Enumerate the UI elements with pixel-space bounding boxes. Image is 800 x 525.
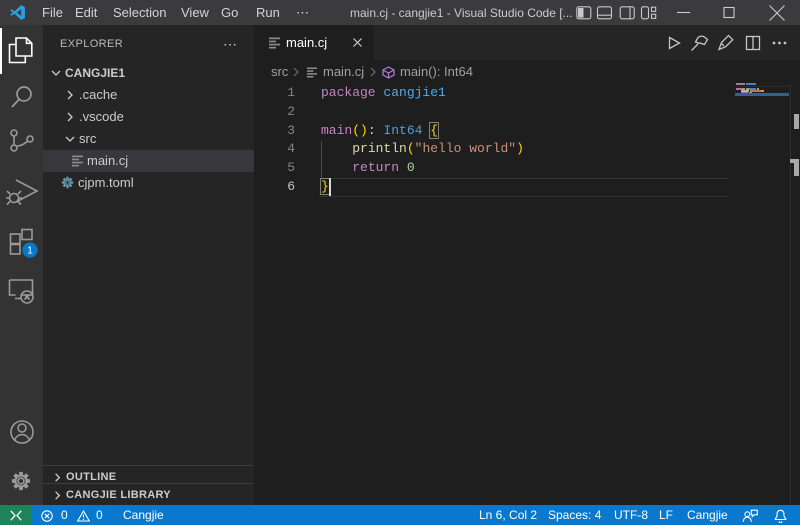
- svg-text:1: 1: [27, 246, 33, 257]
